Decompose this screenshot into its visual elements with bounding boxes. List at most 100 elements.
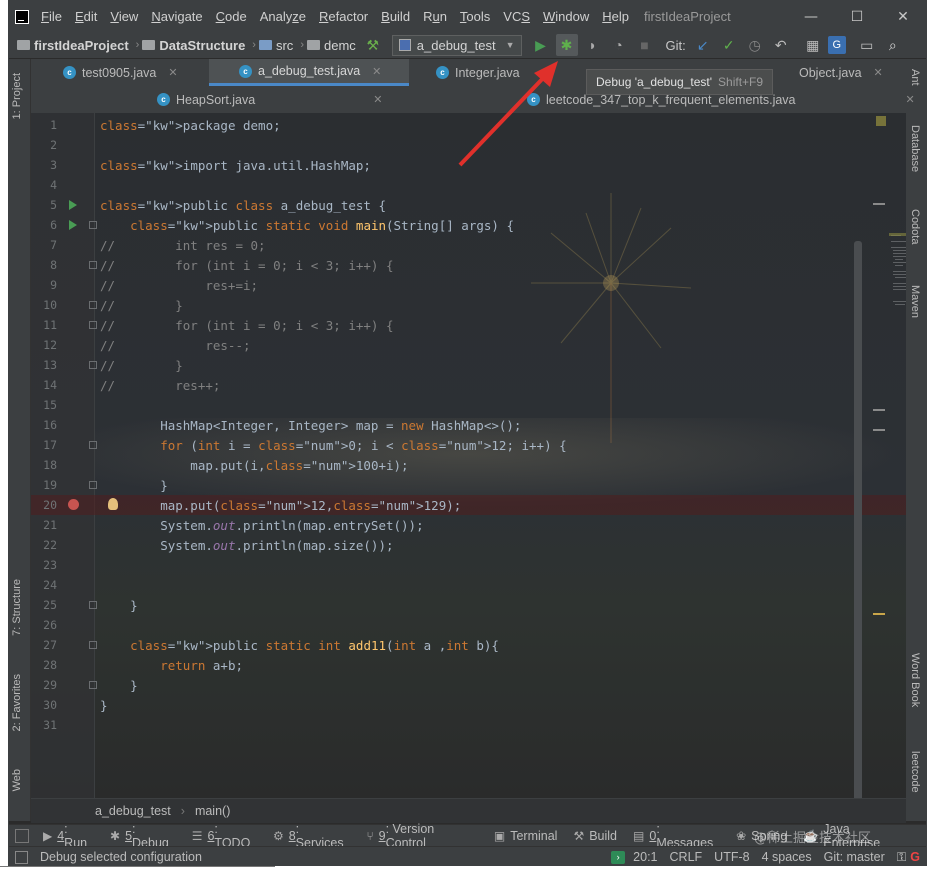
code-minimap[interactable] bbox=[889, 233, 906, 323]
code-line[interactable]: 5 class="kw">public class a_debug_test { bbox=[31, 195, 906, 215]
code-line[interactable]: 21 System.out.println(map.entrySet()); bbox=[31, 515, 906, 535]
line-number[interactable]: 9 bbox=[31, 278, 57, 292]
close-tab-icon[interactable]: ✕ bbox=[373, 93, 382, 106]
code-line[interactable]: 11 // for (int i = 0; i < 3; i++) { bbox=[31, 315, 906, 335]
indent-setting[interactable]: 4 spaces bbox=[762, 850, 812, 864]
code-line[interactable]: 18 map.put(i,class="num">100+i); bbox=[31, 455, 906, 475]
close-window-button[interactable]: ✕ bbox=[880, 1, 926, 32]
code-line[interactable]: 22 System.out.println(map.size()); bbox=[31, 535, 906, 555]
code-line[interactable]: 7 // int res = 0; bbox=[31, 235, 906, 255]
tool-tab-codota[interactable]: Codota bbox=[909, 209, 921, 244]
code-line[interactable]: 12 // res--; bbox=[31, 335, 906, 355]
close-tab-icon[interactable]: ✕ bbox=[906, 93, 915, 106]
rollback-icon[interactable]: ↶ bbox=[770, 34, 792, 56]
menu-item-build[interactable]: Build bbox=[381, 9, 410, 24]
breadcrumb-project[interactable]: firstIdeaProject bbox=[17, 38, 129, 53]
run-icon[interactable]: ▶ bbox=[530, 34, 552, 56]
stop-icon[interactable]: ■ bbox=[634, 34, 656, 56]
line-number[interactable]: 11 bbox=[31, 318, 57, 332]
code-line[interactable]: 28 return a+b; bbox=[31, 655, 906, 675]
code-line[interactable]: 17 for (int i = class="num">0; i < class… bbox=[31, 435, 906, 455]
git-branch[interactable]: Git: master bbox=[824, 850, 885, 864]
run-with-coverage-icon[interactable]: ◗ bbox=[582, 34, 604, 56]
breadcrumb-class[interactable]: a_debug_test bbox=[95, 804, 171, 818]
minimize-button[interactable]: — bbox=[788, 1, 834, 32]
menu-item-refactor[interactable]: Refactor bbox=[319, 9, 368, 24]
translate-icon[interactable]: G bbox=[827, 36, 846, 54]
menu-item-analyze[interactable]: Analyze bbox=[260, 9, 306, 24]
line-number[interactable]: 10 bbox=[31, 298, 57, 312]
line-number[interactable]: 20 bbox=[31, 498, 57, 512]
tool-tab-wordbook[interactable]: Word Book bbox=[909, 653, 921, 707]
code-line[interactable]: 24 bbox=[31, 575, 906, 595]
line-number[interactable]: 4 bbox=[31, 178, 57, 192]
line-number[interactable]: 5 bbox=[31, 198, 57, 212]
panel-toggle-icon[interactable] bbox=[15, 850, 28, 864]
code-line[interactable]: 14 // res++; bbox=[31, 375, 906, 395]
code-line[interactable]: 20 map.put(class="num">12,class="num">12… bbox=[31, 495, 906, 515]
tool-tab-maven[interactable]: Maven bbox=[909, 285, 921, 318]
fold-icon[interactable] bbox=[89, 301, 97, 309]
line-number[interactable]: 21 bbox=[31, 518, 57, 532]
git-history-icon[interactable]: ◷ bbox=[744, 34, 766, 56]
code-line[interactable]: 27 class="kw">public static int add11(in… bbox=[31, 635, 906, 655]
code-line[interactable]: 16 HashMap<Integer, Integer> map = new H… bbox=[31, 415, 906, 435]
close-tab-icon[interactable]: ✕ bbox=[168, 66, 177, 79]
code-line[interactable]: 9 // res+=i; bbox=[31, 275, 906, 295]
line-number[interactable]: 7 bbox=[31, 238, 57, 252]
git-commit-icon[interactable]: ✓ bbox=[718, 34, 740, 56]
line-number[interactable]: 16 bbox=[31, 418, 57, 432]
tool-window-terminal[interactable]: ▣ Terminal bbox=[494, 829, 558, 843]
code-line[interactable]: 8 // for (int i = 0; i < 3; i++) { bbox=[31, 255, 906, 275]
lock-icon[interactable]: ⚿ bbox=[897, 850, 907, 865]
line-number[interactable]: 28 bbox=[31, 658, 57, 672]
git-update-icon[interactable]: ↙ bbox=[692, 34, 714, 56]
line-number[interactable]: 23 bbox=[31, 558, 57, 572]
line-number[interactable]: 29 bbox=[31, 678, 57, 692]
debug-bug-icon[interactable]: ✱ bbox=[555, 34, 578, 56]
inspection-status-icon[interactable] bbox=[876, 116, 886, 126]
file-encoding[interactable]: UTF-8 bbox=[714, 850, 749, 864]
code-line[interactable]: 26 bbox=[31, 615, 906, 635]
tool-window-build[interactable]: ⚒ Build bbox=[573, 829, 617, 843]
line-number[interactable]: 17 bbox=[31, 438, 57, 452]
tool-tab-favorites[interactable]: 2: Favorites bbox=[11, 674, 23, 731]
project-structure-icon[interactable]: ▦ bbox=[802, 34, 824, 56]
tool-tab-database[interactable]: Database bbox=[909, 125, 921, 172]
menu-item-code[interactable]: Code bbox=[216, 9, 247, 24]
code-line[interactable]: 19 } bbox=[31, 475, 906, 495]
menu-item-help[interactable]: Help bbox=[602, 9, 629, 24]
line-number[interactable]: 3 bbox=[31, 158, 57, 172]
line-number[interactable]: 1 bbox=[31, 118, 57, 132]
intention-bulb-icon[interactable] bbox=[108, 498, 118, 510]
menu-item-view[interactable]: View bbox=[110, 9, 138, 24]
menu-item-window[interactable]: Window bbox=[543, 9, 589, 24]
vertical-scrollbar[interactable] bbox=[854, 241, 862, 798]
line-number[interactable]: 15 bbox=[31, 398, 57, 412]
code-line[interactable]: 13 // } bbox=[31, 355, 906, 375]
menu-item-vcs[interactable]: VCS bbox=[503, 9, 530, 24]
code-editor[interactable]: 1 class="kw">package demo; 2 3 class="kw">im… bbox=[31, 113, 906, 798]
tool-tab-ant[interactable]: Ant bbox=[909, 69, 921, 86]
code-line[interactable]: 31 bbox=[31, 715, 906, 735]
code-line[interactable]: 10 // } bbox=[31, 295, 906, 315]
fold-icon[interactable] bbox=[89, 361, 97, 369]
tab-heapsort[interactable]: c HeapSort.java ✕ bbox=[157, 86, 382, 113]
tab-a-debug-test[interactable]: c a_debug_test.java ✕ bbox=[209, 59, 409, 86]
line-number[interactable]: 27 bbox=[31, 638, 57, 652]
tool-window-toggle-icon[interactable] bbox=[15, 828, 29, 843]
line-number[interactable]: 12 bbox=[31, 338, 57, 352]
code-line[interactable]: 29 } bbox=[31, 675, 906, 695]
tool-tab-project[interactable]: 1: Project bbox=[11, 73, 23, 119]
line-number[interactable]: 19 bbox=[31, 478, 57, 492]
menu-item-edit[interactable]: Edit bbox=[75, 9, 97, 24]
close-tab-icon[interactable]: ✕ bbox=[372, 65, 381, 78]
fold-icon[interactable] bbox=[89, 641, 97, 649]
tool-tab-structure[interactable]: 7: Structure bbox=[11, 579, 23, 636]
fold-icon[interactable] bbox=[89, 681, 97, 689]
tab-test0905[interactable]: c test0905.java ✕ bbox=[63, 59, 178, 86]
line-number[interactable]: 13 bbox=[31, 358, 57, 372]
code-line[interactable]: 30} bbox=[31, 695, 906, 715]
code-line[interactable]: 6 class="kw">public static void main(Str… bbox=[31, 215, 906, 235]
run-configuration-select[interactable]: a_debug_test ▼ bbox=[391, 34, 522, 56]
